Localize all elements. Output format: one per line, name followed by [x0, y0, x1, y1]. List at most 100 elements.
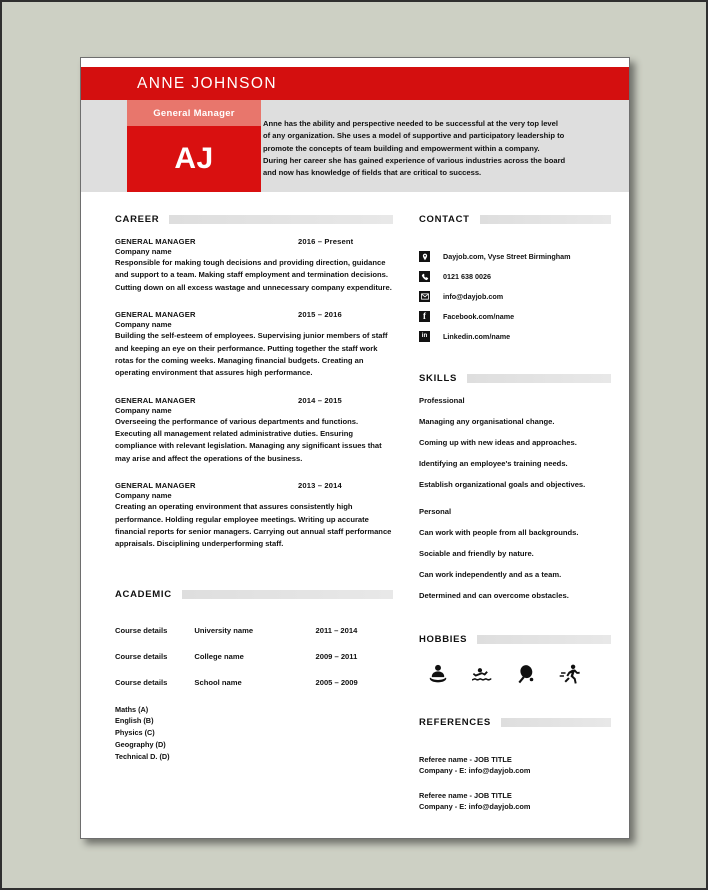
hobbies-icon-row [419, 657, 611, 703]
name-banner: ANNE JOHNSON [81, 67, 629, 100]
academic-dates: 2011 – 2014 [315, 625, 358, 635]
career-dates: 2013 – 2014 [298, 481, 342, 491]
skill-item: Managing any organisational change. [419, 417, 555, 426]
career-description: Creating an operating environment that a… [115, 502, 392, 549]
career-entry-header: GENERAL MANAGER 2016 – Present [115, 237, 393, 246]
career-dates: 2014 – 2015 [298, 395, 342, 405]
location-pin-icon [419, 251, 430, 262]
reference-company-email: Company - E: info@dayjob.com [419, 766, 531, 776]
swimming-icon [471, 663, 493, 685]
job-title-label: General Manager [153, 107, 235, 119]
career-entry: GENERAL MANAGER 2014 – 2015 Company name… [115, 396, 393, 466]
career-entry-header: GENERAL MANAGER 2013 – 2014 [115, 481, 393, 490]
career-role: GENERAL MANAGER [115, 310, 196, 320]
contact-facebook-text: Facebook.com/name [443, 312, 515, 321]
contact-row-phone: 0121 638 0026 [419, 271, 611, 282]
heading-rule [479, 215, 611, 224]
career-company: Company name [115, 320, 172, 330]
profile-line: During her career she has gained experie… [263, 155, 566, 165]
reference-entry: Referee name - JOB TITLE Company - E: in… [419, 790, 611, 813]
skill-item: Sociable and friendly by nature. [419, 549, 534, 558]
academic-row: Course details University name 2011 – 20… [115, 626, 393, 635]
career-company: Company name [115, 247, 172, 256]
grades-list: Maths (A) English (B) Physics (C) Geogra… [115, 704, 393, 763]
heading-rule [477, 635, 611, 644]
reference-company-email: Company - E: info@dayjob.com [419, 802, 531, 812]
academic-dates: 2005 – 2009 [315, 677, 358, 687]
career-entry-header: GENERAL MANAGER 2015 – 2016 [115, 310, 393, 319]
content-columns: CAREER GENERAL MANAGER 2016 – Present Co… [81, 192, 629, 826]
career-dates: 2016 – Present [298, 237, 354, 246]
academic-course: Course details [115, 651, 168, 661]
contact-row-linkedin: in Linkedin.com/name [419, 331, 611, 342]
contact-heading-label: CONTACT [419, 214, 470, 225]
profile-line: of any organization. She uses a model of… [263, 131, 565, 141]
career-heading-label: CAREER [115, 214, 160, 225]
candidate-name: ANNE JOHNSON [137, 74, 277, 92]
skill-item: Can work with people from all background… [419, 528, 579, 537]
reference-name-title: Referee name - JOB TITLE [419, 755, 512, 764]
initials-label: AJ [174, 142, 214, 175]
profile-line: promote the concepts of team building an… [263, 143, 540, 153]
hobbies-heading-label: HOBBIES [419, 634, 468, 645]
linkedin-icon: in [419, 331, 430, 342]
paper-top-margin [81, 58, 629, 67]
contact-email-text: info@dayjob.com [443, 292, 504, 301]
academic-course: Course details [115, 625, 168, 635]
career-role: GENERAL MANAGER [115, 395, 196, 405]
skills-heading-label: SKILLS [419, 373, 457, 384]
contact-linkedin-text: Linkedin.com/name [443, 332, 511, 341]
heading-rule [466, 374, 611, 383]
skills-section-heading: SKILLS [419, 373, 611, 384]
reference-name-title: Referee name - JOB TITLE [419, 790, 512, 800]
academic-course: Course details [115, 677, 168, 687]
email-icon [419, 291, 430, 302]
contact-phone-text: 0121 638 0026 [443, 272, 491, 281]
academic-spacer [115, 612, 393, 626]
career-description: Building the self-esteem of employees. S… [115, 331, 388, 378]
contact-spacer [419, 237, 611, 251]
profile-line: and now has knowledge of fields that are… [263, 168, 482, 178]
contact-row-facebook: f Facebook.com/name [419, 311, 611, 322]
career-entry: GENERAL MANAGER 2013 – 2014 Company name… [115, 481, 393, 551]
resume-page-background: { "theme": { "page_bg": "#cdd0c4", "bann… [0, 0, 708, 890]
grade-item: Maths (A) [115, 704, 149, 714]
profile-summary: Anne has the ability and perspective nee… [263, 118, 609, 179]
facebook-icon: f [419, 311, 430, 322]
hobbies-section-heading: HOBBIES [419, 634, 611, 645]
references-spacer [419, 740, 611, 754]
hero-section: General Manager AJ Anne has the ability … [81, 100, 629, 192]
academic-institution: School name [194, 677, 242, 687]
reading-icon [427, 663, 449, 685]
career-role: GENERAL MANAGER [115, 481, 196, 491]
table-tennis-icon [515, 663, 537, 685]
academic-institution: College name [194, 651, 244, 661]
career-description: Responsible for making tough decisions a… [115, 258, 392, 292]
grade-item: Physics (C) [115, 728, 155, 738]
skill-item: Establish organizational goals and objec… [419, 480, 586, 489]
academic-heading-label: ACADEMIC [115, 588, 172, 600]
right-column: CONTACT Dayjob.com, Vyse Street Birmingh… [405, 214, 611, 826]
contact-row-address: Dayjob.com, Vyse Street Birmingham [419, 251, 611, 262]
phone-icon [419, 271, 430, 282]
career-description: Overseeing the performance of various de… [115, 416, 382, 463]
career-entry: GENERAL MANAGER 2015 – 2016 Company name… [115, 310, 393, 380]
career-company: Company name [115, 491, 172, 501]
skill-item: Can work independently and as a team. [419, 570, 562, 579]
initials-avatar: AJ [127, 126, 261, 192]
career-dates: 2015 – 2016 [298, 310, 342, 320]
contact-section-heading: CONTACT [419, 214, 611, 225]
academic-dates: 2009 – 2011 [315, 651, 358, 661]
grade-item: Technical D. (D) [115, 751, 170, 761]
contact-address-text: Dayjob.com, Vyse Street Birmingham [443, 252, 571, 261]
grade-item: English (B) [115, 716, 154, 726]
skill-item: Coming up with new ideas and approaches. [419, 438, 577, 447]
reference-entry: Referee name - JOB TITLE Company - E: in… [419, 754, 611, 777]
career-company: Company name [115, 405, 172, 415]
job-title-badge: General Manager [127, 100, 261, 126]
heading-rule [181, 589, 393, 599]
academic-row: Course details College name 2009 – 2011 [115, 652, 393, 661]
grade-item: Geography (D) [115, 740, 166, 750]
